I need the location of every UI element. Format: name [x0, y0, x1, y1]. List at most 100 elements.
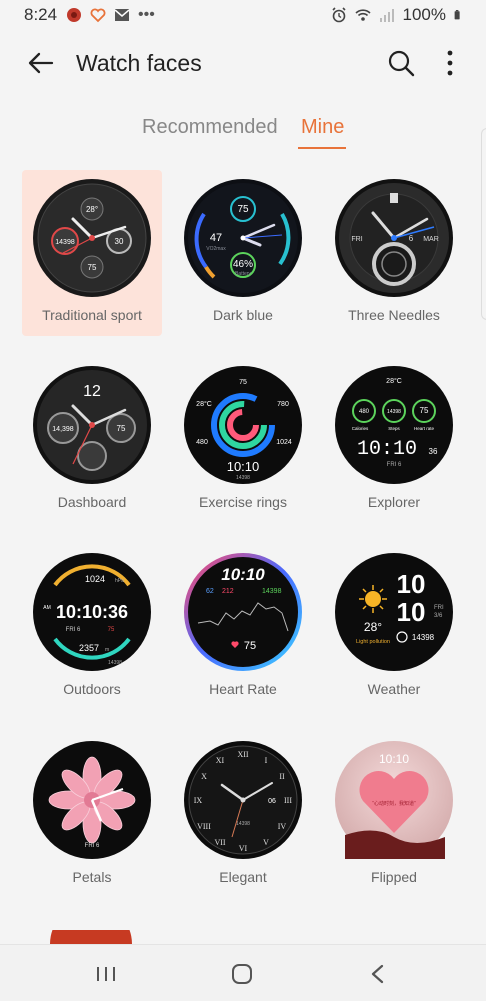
face-text: 2357: [79, 643, 99, 653]
three-needles-face-image: FRI 6 MAR: [335, 179, 453, 297]
explorer-face-image: 28°C 480 14398 75 Calories Steps Heart r…: [335, 366, 453, 484]
next-watch-face-peek[interactable]: [50, 930, 132, 944]
face-text: 14398: [55, 239, 75, 246]
face-text: “心动时刻，我知道”: [372, 800, 416, 807]
outdoors-face-image: 1024 hPa AM 10:10:36 FRI 6 75 2357 m 143…: [33, 553, 151, 671]
face-text: MAR: [423, 236, 439, 243]
face-text: 10:10: [221, 565, 265, 584]
face-text: 6: [409, 234, 414, 243]
face-text: 14398: [387, 409, 401, 415]
face-text: 3/6: [434, 613, 443, 619]
watch-face-flipped[interactable]: 10:10 “心动时刻，我知道” Flipped: [324, 732, 464, 898]
face-text: 14398: [412, 633, 435, 642]
svg-text:IX: IX: [194, 796, 203, 805]
face-text: FRI 6: [85, 843, 100, 849]
face-text: FRI: [434, 605, 444, 611]
face-text: 780: [277, 401, 289, 408]
watch-face-label: Heart Rate: [209, 681, 277, 697]
svg-text:III: III: [284, 796, 292, 805]
face-text: 480: [359, 409, 370, 415]
svg-text:XI: XI: [216, 756, 225, 765]
svg-text:I: I: [265, 756, 268, 765]
face-text: Heart rate: [414, 426, 435, 431]
watch-face-dark-blue[interactable]: 75 47 VO2max 46% Battery Dark blue: [173, 170, 313, 336]
face-text: 28°: [86, 205, 98, 214]
face-text: 10:10: [379, 752, 409, 766]
watch-face-three-needles[interactable]: FRI 6 MAR Three Needles: [324, 170, 464, 336]
face-text: 75: [117, 424, 126, 433]
watch-face-label: Petals: [72, 869, 112, 885]
home-icon[interactable]: [222, 959, 262, 989]
watch-face-label: Traditional sport: [42, 307, 142, 323]
face-text: 14398: [236, 821, 250, 827]
watch-face-label: Weather: [367, 681, 421, 697]
svg-text:IV: IV: [278, 822, 287, 831]
face-text: 12: [83, 383, 101, 400]
face-text: m: [105, 647, 109, 653]
watch-face-heart-rate[interactable]: 10:10 62 212 14398 75 Heart Rate: [173, 544, 313, 710]
exercise-rings-face-image: 75 28°C 780 480 1024 10:10 14398: [184, 366, 302, 484]
face-text: 10: [397, 569, 426, 599]
watch-face-elegant[interactable]: XII III VI IX I II IV V VII VIII X XI 06 14398 El…: [173, 732, 313, 898]
dashboard-face-image: 12 14,398 75: [33, 366, 151, 484]
face-text: 28°C: [386, 377, 402, 385]
face-text: 75: [420, 406, 429, 415]
face-text: 14398: [108, 660, 122, 666]
face-text: 10:10: [357, 438, 417, 461]
face-text: VO2max: [206, 246, 226, 252]
face-text: 14398: [262, 588, 282, 595]
face-text: hPa: [115, 578, 124, 584]
face-text: 28°C: [196, 400, 212, 408]
watch-face-exercise-rings[interactable]: 75 28°C 780 480 1024 10:10 14398 Exercis…: [173, 357, 313, 523]
face-text: 10: [397, 597, 426, 627]
face-text: 47: [210, 232, 222, 244]
face-text: 46%: [233, 259, 253, 270]
watch-face-traditional-sport[interactable]: 28° 14398 30 75 Traditional sport: [22, 170, 162, 336]
dark-blue-face-image: 75 47 VO2max 46% Battery: [184, 179, 302, 297]
face-text: AM: [43, 605, 51, 611]
watch-face-label: Three Needles: [348, 307, 440, 323]
face-text: Battery: [235, 271, 251, 277]
face-text: 1024: [85, 574, 105, 584]
face-text: Light pollution: [356, 639, 390, 645]
face-text: 14,398: [52, 426, 74, 433]
weather-face-image: 10 10 FRI 3/6 28° Light pollution 14398: [335, 553, 453, 671]
watch-face-dashboard[interactable]: 12 14,398 75 Dashboard: [22, 357, 162, 523]
svg-text:X: X: [201, 772, 207, 781]
petals-face-image: FRI 6: [33, 741, 151, 859]
face-text: 75: [244, 640, 256, 652]
face-text: 480: [196, 439, 208, 446]
system-nav-bar: [0, 944, 486, 1001]
face-text: Calories: [352, 426, 369, 431]
watch-face-label: Flipped: [371, 869, 417, 885]
svg-text:VIII: VIII: [197, 822, 211, 831]
watch-face-explorer[interactable]: 28°C 480 14398 75 Calories Steps Heart r…: [324, 357, 464, 523]
face-text: 75: [88, 263, 97, 272]
watch-face-label: Dark blue: [213, 307, 273, 323]
face-text: 10:10: [227, 459, 260, 474]
face-text: 36: [429, 447, 438, 456]
svg-text:VI: VI: [239, 844, 248, 853]
watch-face-label: Exercise rings: [199, 494, 287, 510]
face-text: Steps: [388, 426, 400, 431]
watch-face-petals[interactable]: FRI 6 Petals: [22, 732, 162, 898]
face-text: 28°: [364, 620, 382, 634]
heart-rate-face-image: 10:10 62 212 14398 75: [184, 553, 302, 671]
face-text: 10:10:36: [56, 602, 128, 622]
face-text: FRI: [351, 236, 362, 243]
back-nav-icon[interactable]: [358, 959, 398, 989]
svg-text:V: V: [263, 838, 269, 847]
face-text: 1024: [276, 439, 292, 446]
watch-face-label: Dashboard: [57, 494, 127, 510]
watch-face-grid: 28° 14398 30 75 Traditional sport 75 47 …: [0, 0, 486, 1000]
watch-face-label: Elegant: [219, 869, 267, 885]
recent-apps-icon[interactable]: [86, 959, 126, 989]
face-text: 06: [268, 798, 276, 805]
svg-text:II: II: [279, 772, 285, 781]
watch-face-weather[interactable]: 10 10 FRI 3/6 28° Light pollution 14398 …: [324, 544, 464, 710]
face-text: 212: [222, 588, 234, 595]
face-text: 75: [239, 379, 247, 386]
watch-face-outdoors[interactable]: 1024 hPa AM 10:10:36 FRI 6 75 2357 m 143…: [22, 544, 162, 710]
traditional-sport-face-image: 28° 14398 30 75: [33, 179, 151, 297]
face-text: FRI 6: [387, 462, 402, 468]
